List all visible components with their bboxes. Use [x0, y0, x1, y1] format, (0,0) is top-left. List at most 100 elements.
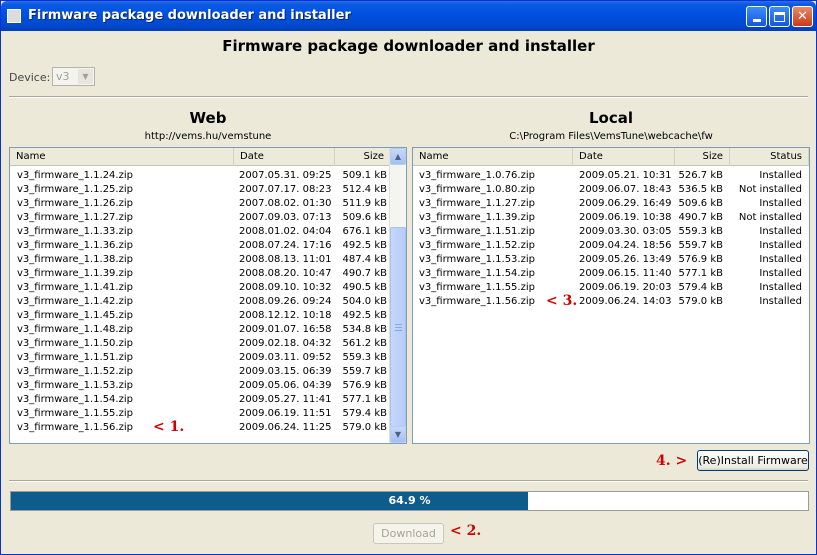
download-button[interactable]: Download	[373, 523, 444, 544]
web-cell-name: v3_firmware_1.1.54.zip	[17, 394, 133, 405]
local-col-date[interactable]: Date	[573, 148, 675, 166]
web-row[interactable]: v3_firmware_1.1.48.zip 2009.01.07. 16:58 5…	[10, 323, 406, 337]
close-button[interactable]: ✕	[792, 6, 813, 27]
separator-bottom	[9, 480, 808, 482]
web-row[interactable]: v3_firmware_1.1.27.zip 2007.09.03. 07:13 5…	[10, 211, 406, 225]
local-col-size[interactable]: Size	[675, 148, 730, 166]
local-row[interactable]: v3_firmware_1.1.27.zip 2009.06.29. 16:49 5…	[413, 197, 809, 211]
chevron-down-icon: ▼	[78, 69, 93, 84]
local-cell-status: Installed	[759, 226, 802, 237]
web-cell-name: v3_firmware_1.1.33.zip	[17, 226, 133, 237]
minimize-button[interactable]	[746, 6, 767, 27]
local-cell-date: 2009.06.29. 16:49	[579, 198, 672, 209]
web-cell-size: 534.8 kB	[342, 324, 387, 335]
local-cell-name: v3_firmware_1.0.80.zip	[419, 184, 535, 195]
local-file-list[interactable]: Name Date Size Status v3_firmware_1.0.76…	[412, 147, 810, 444]
web-file-list[interactable]: Name Date Size v3_firmware_1.1.24.zip 200…	[9, 147, 407, 444]
web-cell-date: 2009.06.24. 11:25	[239, 422, 332, 433]
local-row[interactable]: v3_firmware_1.0.80.zip 2009.06.07. 18:43 5…	[413, 183, 809, 197]
web-cell-size: 559.7 kB	[342, 366, 387, 377]
local-cell-status: Not installed	[738, 184, 802, 195]
web-cell-name: v3_firmware_1.1.25.zip	[17, 184, 133, 195]
local-row[interactable]: v3_firmware_1.1.52.zip 2009.04.24. 18:56 5…	[413, 239, 809, 253]
device-label: Device:	[9, 71, 51, 84]
maximize-button[interactable]	[769, 6, 790, 27]
web-row[interactable]: v3_firmware_1.1.56.zip 2009.06.24. 11:25 5…	[10, 421, 406, 435]
local-row[interactable]: v3_firmware_1.1.39.zip 2009.06.19. 10:38 4…	[413, 211, 809, 225]
web-row[interactable]: v3_firmware_1.1.52.zip 2009.03.15. 06:39 5…	[10, 365, 406, 379]
web-cell-size: 579.0 kB	[342, 422, 387, 433]
local-cell-status: Installed	[759, 296, 802, 307]
web-row[interactable]: v3_firmware_1.1.24.zip 2007.05.31. 09:25 5…	[10, 169, 406, 183]
local-title: Local	[588, 109, 634, 127]
web-col-name[interactable]: Name	[10, 148, 234, 166]
web-cell-name: v3_firmware_1.1.36.zip	[17, 240, 133, 251]
web-cell-name: v3_firmware_1.1.55.zip	[17, 408, 133, 419]
local-cell-date: 2009.06.15. 11:40	[579, 268, 672, 279]
web-row[interactable]: v3_firmware_1.1.50.zip 2009.02.18. 04:32 5…	[10, 337, 406, 351]
local-row[interactable]: v3_firmware_1.1.55.zip 2009.06.19. 20:03 5…	[413, 281, 809, 295]
web-cell-date: 2007.07.17. 08:23	[239, 184, 332, 195]
web-url: http://vems.hu/vemstune	[144, 131, 272, 142]
local-col-name[interactable]: Name	[413, 148, 573, 166]
web-cell-date: 2008.08.20. 10:47	[239, 268, 332, 279]
local-cell-name: v3_firmware_1.1.55.zip	[419, 282, 535, 293]
web-row[interactable]: v3_firmware_1.1.38.zip 2008.08.13. 11:01 4…	[10, 253, 406, 267]
progress-text: 64.9 %	[388, 494, 431, 507]
local-cell-name: v3_firmware_1.1.56.zip	[419, 296, 535, 307]
web-scrollbar[interactable]: ▲ ▼	[389, 148, 406, 443]
local-cell-name: v3_firmware_1.1.53.zip	[419, 254, 535, 265]
web-cell-name: v3_firmware_1.1.27.zip	[17, 212, 133, 223]
local-row[interactable]: v3_firmware_1.0.76.zip 2009.05.21. 10:31 5…	[413, 169, 809, 183]
local-cell-size: 559.3 kB	[678, 226, 723, 237]
local-cell-size: 579.4 kB	[678, 282, 723, 293]
web-row[interactable]: v3_firmware_1.1.39.zip 2008.08.20. 10:47 4…	[10, 267, 406, 281]
local-row[interactable]: v3_firmware_1.1.56.zip 2009.06.24. 14:03 5…	[413, 295, 809, 309]
local-cell-date: 2009.05.21. 10:31	[579, 170, 672, 181]
web-cell-size: 490.5 kB	[342, 282, 387, 293]
web-cell-date: 2008.12.12. 10:18	[239, 310, 332, 321]
local-row[interactable]: v3_firmware_1.1.51.zip 2009.03.30. 03:05 5…	[413, 225, 809, 239]
web-cell-name: v3_firmware_1.1.41.zip	[17, 282, 133, 293]
scroll-thumb[interactable]	[390, 227, 406, 427]
scroll-down-icon[interactable]: ▼	[390, 426, 406, 443]
web-cell-name: v3_firmware_1.1.48.zip	[17, 324, 133, 335]
local-row[interactable]: v3_firmware_1.1.54.zip 2009.06.15. 11:40 5…	[413, 267, 809, 281]
web-row[interactable]: v3_firmware_1.1.26.zip 2007.08.02. 01:30 5…	[10, 197, 406, 211]
web-cell-date: 2008.09.26. 09:24	[239, 296, 332, 307]
scroll-up-icon[interactable]: ▲	[390, 148, 406, 165]
window-title: Firmware package downloader and installe…	[28, 8, 351, 23]
web-cell-size: 676.1 kB	[342, 226, 387, 237]
web-col-date[interactable]: Date	[234, 148, 335, 166]
web-cell-size: 579.4 kB	[342, 408, 387, 419]
local-cell-status: Installed	[759, 198, 802, 209]
local-row[interactable]: v3_firmware_1.1.53.zip 2009.05.26. 13:49 5…	[413, 253, 809, 267]
web-row[interactable]: v3_firmware_1.1.53.zip 2009.05.06. 04:39 5…	[10, 379, 406, 393]
web-cell-date: 2009.05.06. 04:39	[239, 380, 332, 391]
web-row[interactable]: v3_firmware_1.1.33.zip 2008.01.02. 04:04 6…	[10, 225, 406, 239]
web-cell-date: 2009.06.19. 11:51	[239, 408, 332, 419]
web-row[interactable]: v3_firmware_1.1.45.zip 2008.12.12. 10:18 4…	[10, 309, 406, 323]
annotation-3: < 3.	[546, 293, 578, 309]
local-cell-name: v3_firmware_1.1.51.zip	[419, 226, 535, 237]
web-row[interactable]: v3_firmware_1.1.51.zip 2009.03.11. 09:52 5…	[10, 351, 406, 365]
web-col-size[interactable]: Size	[335, 148, 391, 166]
web-row[interactable]: v3_firmware_1.1.54.zip 2009.05.27. 11:41 5…	[10, 393, 406, 407]
web-row[interactable]: v3_firmware_1.1.25.zip 2007.07.17. 08:23 5…	[10, 183, 406, 197]
web-cell-name: v3_firmware_1.1.53.zip	[17, 380, 133, 391]
title-bar[interactable]: Firmware package downloader and installe…	[1, 1, 816, 31]
web-cell-name: v3_firmware_1.1.38.zip	[17, 254, 133, 265]
web-row[interactable]: v3_firmware_1.1.42.zip 2008.09.26. 09:24 5…	[10, 295, 406, 309]
web-cell-date: 2008.08.13. 11:01	[239, 254, 332, 265]
reinstall-firmware-button[interactable]: (Re)Install Firmware	[697, 450, 809, 471]
web-cell-name: v3_firmware_1.1.56.zip	[17, 422, 133, 433]
web-cell-size: 511.9 kB	[342, 198, 387, 209]
device-select: v3 ▼	[52, 67, 95, 86]
local-col-status[interactable]: Status	[730, 148, 809, 166]
web-row[interactable]: v3_firmware_1.1.55.zip 2009.06.19. 11:51 5…	[10, 407, 406, 421]
web-row[interactable]: v3_firmware_1.1.41.zip 2008.09.10. 10:32 4…	[10, 281, 406, 295]
web-row[interactable]: v3_firmware_1.1.36.zip 2008.07.24. 17:16 4…	[10, 239, 406, 253]
local-cell-date: 2009.06.07. 18:43	[579, 184, 672, 195]
annotation-1: < 1.	[153, 419, 185, 435]
local-cell-status: Installed	[759, 282, 802, 293]
